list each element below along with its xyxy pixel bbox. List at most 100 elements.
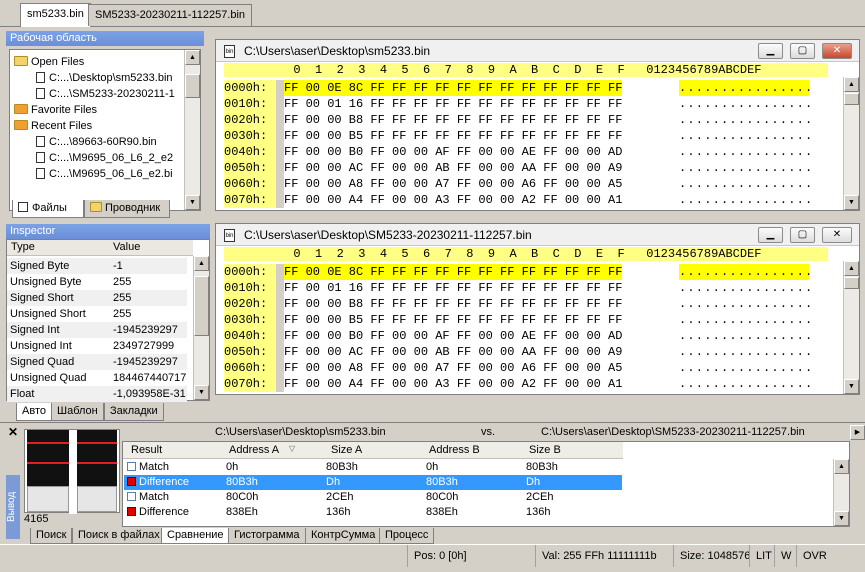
tab-explorer[interactable]: Проводник: [84, 200, 170, 218]
hex-row[interactable]: 0070h: FF 00 00 A4 FF 00 00 A3 FF 00 00 A…: [224, 192, 828, 208]
hex-grid[interactable]: 0000h: FF 00 0E 8C FF FF FF FF FF FF FF F…: [224, 80, 828, 208]
inspector-row[interactable]: Signed Short 255: [7, 290, 187, 306]
compare-minimap[interactable]: [24, 429, 120, 514]
scroll-up-icon[interactable]: ▲: [844, 261, 859, 276]
inspector-scrollbar[interactable]: ▲ ▼: [193, 256, 209, 400]
column-size-b[interactable]: Size B: [529, 444, 561, 456]
column-size-a[interactable]: Size A: [331, 444, 362, 456]
hex-bytes[interactable]: FF 00 0E 8C FF FF FF FF FF FF FF FF FF F…: [284, 80, 623, 96]
hex-bytes[interactable]: FF 00 00 B5 FF FF FF FF FF FF FF FF FF F…: [284, 312, 622, 328]
status-lit[interactable]: LIT: [749, 545, 772, 567]
scroll-up-icon[interactable]: ▲: [185, 50, 200, 65]
scroll-down-icon[interactable]: ▼: [844, 379, 859, 394]
inspector-row[interactable]: Float -1,093958E-31: [7, 386, 187, 402]
column-type[interactable]: Type: [11, 241, 35, 253]
tree-favorite-files[interactable]: Favorite Files: [14, 102, 97, 118]
tree-recent-files[interactable]: Recent Files: [14, 118, 92, 134]
hex-row[interactable]: 0050h: FF 00 00 AC FF 00 00 AB FF 00 00 A…: [224, 344, 828, 360]
column-address-b[interactable]: Address B: [429, 444, 480, 456]
close-button[interactable]: ✕: [822, 43, 852, 59]
output-tab[interactable]: Процесс: [379, 528, 435, 544]
compare-row[interactable]: Difference 80B3h Dh 80B3h Dh: [124, 475, 622, 490]
output-tab[interactable]: Сравнение: [161, 528, 230, 544]
hex-row[interactable]: 0040h: FF 00 00 B0 FF 00 00 AF FF 00 00 A…: [224, 328, 828, 344]
tree-file[interactable]: C:...\Desktop\sm5233.bin: [36, 70, 173, 86]
hex-row[interactable]: 0050h: FF 00 00 AC FF 00 00 AB FF 00 00 A…: [224, 160, 828, 176]
hex-ascii[interactable]: . . . . . . . . . . . . . . . .: [679, 376, 812, 392]
hex-ascii[interactable]: . . . . . . . . . . . . . . . .: [679, 360, 812, 376]
hex-ascii[interactable]: . . . . . . . . . . . . . . . .: [679, 296, 812, 312]
scroll-up-icon[interactable]: ▲: [834, 459, 849, 474]
scroll-thumb[interactable]: [185, 74, 200, 98]
hex-bytes[interactable]: FF 00 00 B5 FF FF FF FF FF FF FF FF FF F…: [284, 128, 622, 144]
hex-bytes[interactable]: FF 00 0E 8C FF FF FF FF FF FF FF FF FF F…: [284, 264, 623, 280]
hex-ascii[interactable]: . . . . . . . . . . . . . . . .: [679, 192, 812, 208]
hex-ascii[interactable]: . . . . . . . . . . . . . . . .: [679, 328, 812, 344]
hex-row[interactable]: 0020h: FF 00 00 B8 FF FF FF FF FF FF FF F…: [224, 296, 828, 312]
output-tab[interactable]: КонтрСумма: [305, 528, 382, 544]
hex-bytes[interactable]: FF 00 00 B8 FF FF FF FF FF FF FF FF FF F…: [284, 296, 622, 312]
close-button[interactable]: ✕: [822, 227, 852, 243]
scroll-down-icon[interactable]: ▼: [185, 195, 200, 210]
maximize-button[interactable]: ▢: [790, 43, 815, 59]
compare-row[interactable]: Match 0h 80B3h 0h 80B3h: [124, 460, 622, 475]
hex-row[interactable]: 0000h: FF 00 0E 8C FF FF FF FF FF FF FF F…: [224, 264, 828, 280]
tree-open-files[interactable]: Open Files: [14, 54, 84, 70]
tree-file[interactable]: C:...\SM5233-20230211-1: [36, 86, 175, 102]
tab-files[interactable]: Файлы: [12, 200, 84, 218]
hex-bytes[interactable]: FF 00 00 AC FF 00 00 AB FF 00 00 AA FF 0…: [284, 344, 622, 360]
close-panel-icon[interactable]: ✕: [8, 425, 18, 439]
hex-grid[interactable]: 0000h: FF 00 0E 8C FF FF FF FF FF FF FF F…: [224, 264, 828, 392]
hex-row[interactable]: 0010h: FF 00 01 16 FF FF FF FF FF FF FF F…: [224, 96, 828, 112]
tree-scrollbar[interactable]: ▲ ▼: [184, 50, 200, 210]
hex-ascii[interactable]: . . . . . . . . . . . . . . . .: [679, 280, 812, 296]
hex-bytes[interactable]: FF 00 00 AC FF 00 00 AB FF 00 00 AA FF 0…: [284, 160, 622, 176]
tree-file[interactable]: C:...\M9695_06_L6_2_e2: [36, 150, 186, 166]
column-value[interactable]: Value: [113, 241, 140, 253]
hex-ascii[interactable]: . . . . . . . . . . . . . . . .: [679, 160, 812, 176]
output-tab[interactable]: Поиск в файлах: [72, 528, 166, 544]
results-scrollbar[interactable]: ▲ ▼: [833, 459, 849, 526]
hex-row[interactable]: 0060h: FF 00 00 A8 FF 00 00 A7 FF 00 00 A…: [224, 176, 828, 192]
column-address-a[interactable]: Address A: [229, 444, 279, 456]
hex-bytes[interactable]: FF 00 00 A8 FF 00 00 A7 FF 00 00 A6 FF 0…: [284, 360, 622, 376]
hex-ascii[interactable]: . . . . . . . . . . . . . . . .: [679, 96, 812, 112]
scroll-down-icon[interactable]: ▼: [834, 511, 849, 526]
scroll-down-icon[interactable]: ▼: [194, 385, 209, 400]
minimize-button[interactable]: ▁: [758, 43, 783, 59]
output-tab[interactable]: Поиск: [30, 528, 73, 544]
minimize-button[interactable]: ▁: [758, 227, 783, 243]
maximize-button[interactable]: ▢: [790, 227, 815, 243]
compare-row[interactable]: Match 80C0h 2CEh 80C0h 2CEh: [124, 490, 622, 505]
hex-row[interactable]: 0040h: FF 00 00 B0 FF 00 00 AF FF 00 00 A…: [224, 144, 828, 160]
hex-bytes[interactable]: FF 00 00 A8 FF 00 00 A7 FF 00 00 A6 FF 0…: [284, 176, 622, 192]
scroll-up-icon[interactable]: ▲: [844, 77, 859, 92]
hex-bytes[interactable]: FF 00 01 16 FF FF FF FF FF FF FF FF FF F…: [284, 280, 622, 296]
status-w[interactable]: W: [774, 545, 791, 567]
inspector-row[interactable]: Signed Int -1945239297: [7, 322, 187, 338]
tab-auto[interactable]: Авто: [16, 403, 52, 421]
inspector-row[interactable]: Signed Quad -1945239297: [7, 354, 187, 370]
hex-ascii[interactable]: . . . . . . . . . . . . . . . .: [679, 176, 812, 192]
tab-sm5233-backup[interactable]: SM5233-20230211-112257.bin: [88, 4, 253, 26]
inspector-row[interactable]: Unsigned Short 255: [7, 306, 187, 322]
hex-bytes[interactable]: FF 00 00 A4 FF 00 00 A3 FF 00 00 A2 FF 0…: [284, 192, 622, 208]
hex-row[interactable]: 0060h: FF 00 00 A8 FF 00 00 A7 FF 00 00 A…: [224, 360, 828, 376]
hex-ascii[interactable]: . . . . . . . . . . . . . . . .: [679, 264, 812, 280]
hex-scrollbar[interactable]: ▲ ▼: [843, 261, 859, 394]
hex-ascii[interactable]: . . . . . . . . . . . . . . . .: [679, 112, 812, 128]
hex-bytes[interactable]: FF 00 00 B0 FF 00 00 AF FF 00 00 AE FF 0…: [284, 328, 622, 344]
tree-file[interactable]: C:...\M9695_06_L6_e2.bi: [36, 166, 186, 182]
status-ovr[interactable]: OVR: [796, 545, 827, 567]
scroll-thumb[interactable]: [194, 276, 209, 336]
scroll-down-icon[interactable]: ▼: [844, 195, 859, 210]
hex-bytes[interactable]: FF 00 01 16 FF FF FF FF FF FF FF FF FF F…: [284, 96, 622, 112]
hex-row[interactable]: 0030h: FF 00 00 B5 FF FF FF FF FF FF FF F…: [224, 312, 828, 328]
inspector-row[interactable]: Unsigned Quad 18446744071764: [7, 370, 187, 386]
scroll-thumb[interactable]: [844, 93, 859, 105]
inspector-row[interactable]: Unsigned Int 2349727999: [7, 338, 187, 354]
tree-file[interactable]: C:...\89663-60R90.bin: [36, 134, 157, 150]
hex-bytes[interactable]: FF 00 00 B0 FF 00 00 AF FF 00 00 AE FF 0…: [284, 144, 622, 160]
scroll-thumb[interactable]: [844, 277, 859, 289]
hex-row[interactable]: 0030h: FF 00 00 B5 FF FF FF FF FF FF FF F…: [224, 128, 828, 144]
